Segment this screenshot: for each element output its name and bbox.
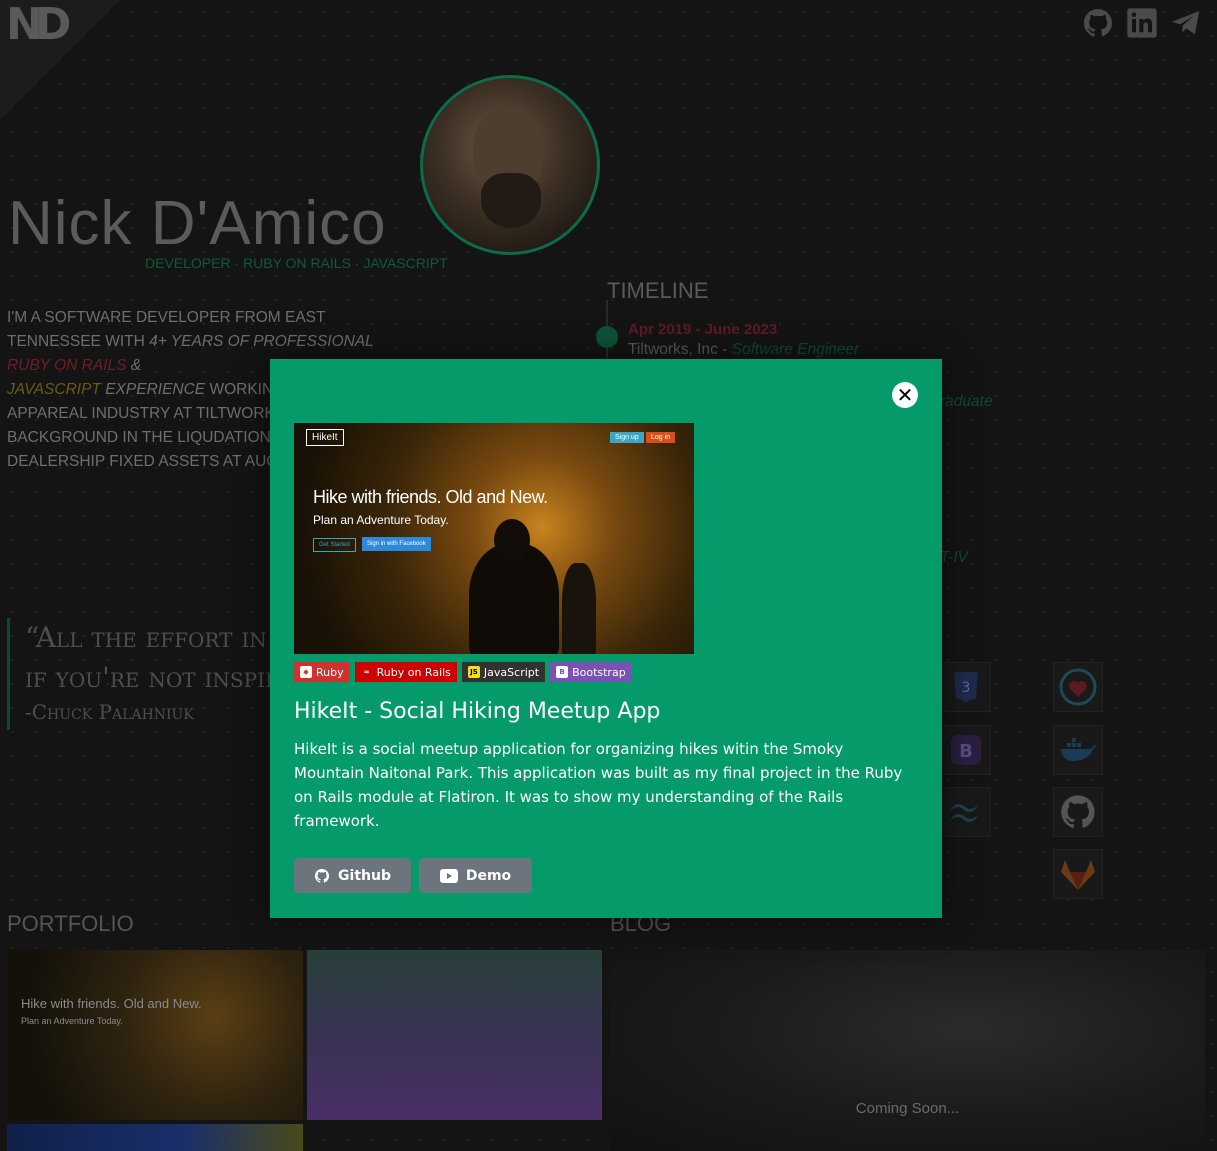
badge-javascript: JS JavaScript (461, 662, 546, 682)
project-modal: ✕ HikeIt Sign up Log in Hike with friend… (270, 359, 942, 918)
screenshot-get-started: Get Started (313, 538, 356, 552)
tech-badges: ◆ Ruby ≈ Ruby on Rails JS JavaScript B B… (294, 662, 632, 682)
screenshot-hiker-2 (562, 563, 596, 654)
badge-rails: ≈ Ruby on Rails (354, 662, 457, 682)
github-button-label: Github (338, 867, 391, 884)
screenshot-facebook: Sign in with Facebook (362, 537, 431, 551)
project-screenshot: HikeIt Sign up Log in Hike with friends.… (294, 423, 694, 654)
ruby-icon: ◆ (300, 666, 312, 678)
screenshot-login: Log in (646, 432, 676, 443)
badge-ruby: ◆ Ruby (294, 662, 350, 682)
screenshot-signup: Sign up (610, 432, 644, 443)
screenshot-logo: HikeIt (306, 429, 344, 446)
javascript-icon: JS (467, 666, 480, 678)
project-title: HikeIt - Social Hiking Meetup App (294, 699, 661, 724)
badge-bootstrap: B Bootstrap (550, 662, 632, 682)
screenshot-subline: Plan an Adventure Today. (313, 513, 449, 527)
bootstrap-badge-icon: B (556, 666, 569, 678)
close-icon: ✕ (896, 383, 914, 407)
github-icon (314, 868, 330, 883)
project-description: HikeIt is a social meetup application fo… (294, 740, 903, 830)
badge-ruby-label: Ruby (316, 665, 344, 679)
badge-js-label: JavaScript (483, 665, 540, 679)
demo-button[interactable]: Demo (419, 858, 532, 893)
github-button[interactable]: Github (294, 858, 411, 893)
rails-icon: ≈ (363, 668, 370, 676)
youtube-icon (439, 868, 458, 883)
close-button[interactable]: ✕ (892, 382, 918, 408)
badge-bs-label: Bootstrap (572, 665, 626, 679)
screenshot-headline: Hike with friends. Old and New. (313, 487, 548, 507)
demo-button-label: Demo (465, 867, 512, 884)
badge-rails-label: Ruby on Rails (376, 665, 451, 679)
screenshot-hiker-head (494, 519, 530, 561)
